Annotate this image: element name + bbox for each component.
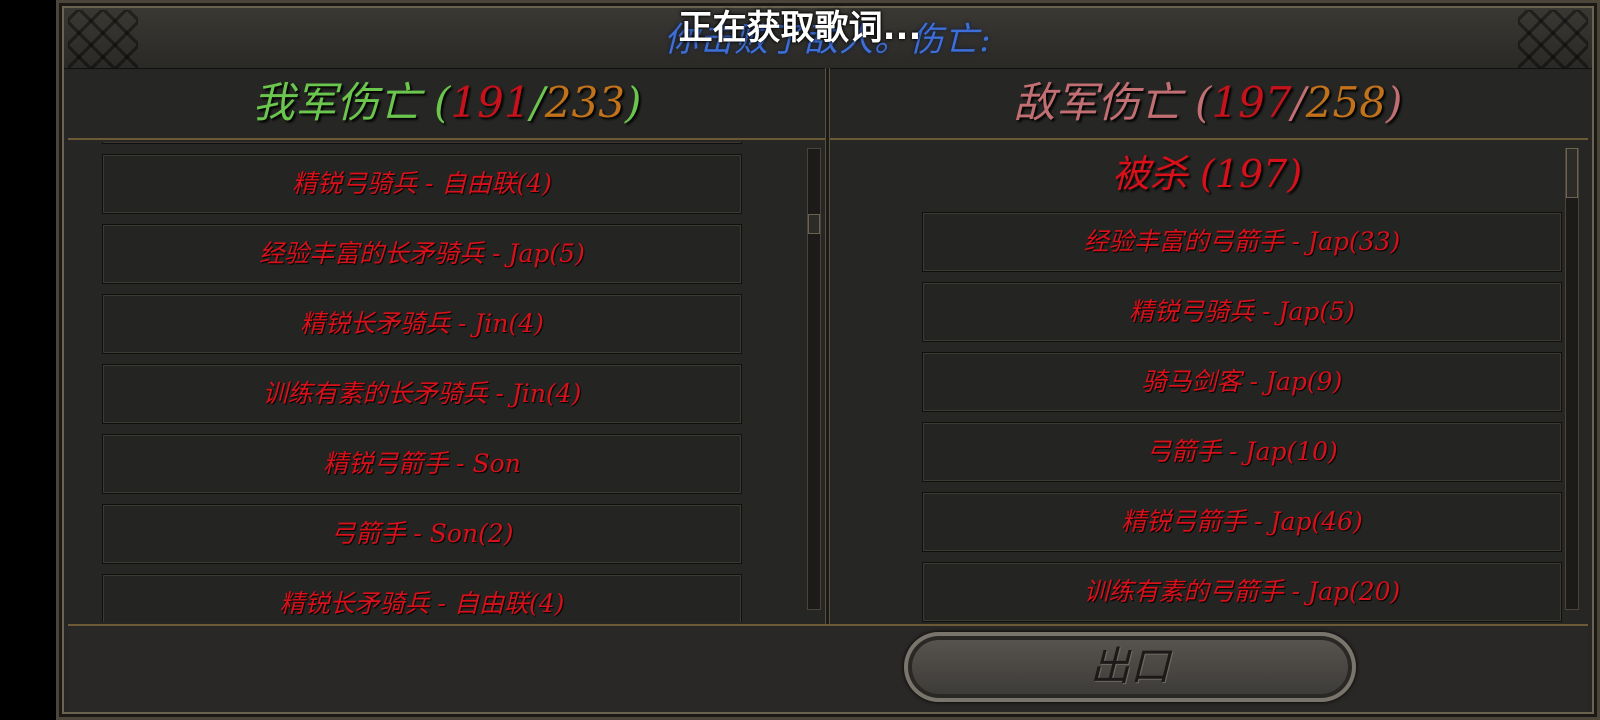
scroll-thumb[interactable] [1566, 148, 1578, 198]
list-item: 训练有素的弓箭手 - Jap(20) [922, 562, 1562, 622]
scroll-thumb[interactable] [808, 214, 820, 234]
our-casualty-list[interactable]: 精锐弓骑兵 - 自由联(4) 经验丰富的长矛骑兵 - Jap(5) 精锐长矛骑兵… [100, 142, 784, 622]
our-lost-count: 191 [450, 78, 531, 127]
slash: / [1291, 78, 1306, 127]
list-item: 骑马剑客 - Jap(9) [922, 352, 1562, 412]
enemy-casualties-heading: 敌军伤亡 (197/258) [828, 76, 1588, 130]
footer-bar: 出口 [68, 624, 1588, 712]
paren-open: ( [1181, 78, 1212, 127]
paren-close: ) [1287, 152, 1303, 196]
list-item: 弓箭手 - Jap(10) [922, 422, 1562, 482]
list-item [102, 142, 742, 144]
enemy-casualty-list[interactable]: 被杀 (197) 经验丰富的弓箭手 - Jap(33) 精锐弓骑兵 - Jap(… [842, 142, 1572, 622]
our-total-count: 233 [544, 78, 625, 127]
paren-open: ( [420, 78, 451, 127]
list-item: 精锐弓箭手 - Son [102, 434, 742, 494]
enemy-total-count: 258 [1305, 78, 1386, 127]
list-item: 弓箭手 - Son(2) [102, 504, 742, 564]
list-item: 经验丰富的弓箭手 - Jap(33) [922, 212, 1562, 272]
lyrics-loading-overlay: 正在获取歌词... [678, 8, 922, 48]
column-divider [826, 68, 829, 624]
killed-count: 197 [1214, 152, 1288, 196]
list-item: 精锐长矛骑兵 - Jin(4) [102, 294, 742, 354]
our-casualties-heading: 我军伤亡 (191/233) [68, 76, 826, 130]
battle-report-panel: 你击败了敌人。伤亡: 我军伤亡 (191/233) 敌军伤亡 (197/258)… [56, 0, 1600, 720]
killed-section-title: 被杀 (197) [842, 142, 1572, 206]
enemy-casualties-title: 敌军伤亡 [1013, 78, 1182, 127]
killed-label: 被杀 [1111, 152, 1188, 196]
paren-close: ) [1385, 78, 1403, 127]
paren-close: ) [624, 78, 642, 127]
slash: / [530, 78, 545, 127]
exit-button[interactable]: 出口 [904, 632, 1356, 702]
list-item: 精锐长矛骑兵 - 自由联(4) [102, 574, 742, 622]
our-list-scrollbar[interactable] [807, 148, 821, 610]
enemy-lost-count: 197 [1211, 78, 1292, 127]
list-item: 经验丰富的长矛骑兵 - Jap(5) [102, 224, 742, 284]
list-item: 精锐弓箭手 - Jap(46) [922, 492, 1562, 552]
list-item: 精锐弓骑兵 - Jap(5) [922, 282, 1562, 342]
our-casualties-title: 我军伤亡 [252, 78, 421, 127]
list-item: 训练有素的长矛骑兵 - Jin(4) [102, 364, 742, 424]
paren-open: ( [1187, 152, 1215, 196]
list-item: 精锐弓骑兵 - 自由联(4) [102, 154, 742, 214]
enemy-list-scrollbar[interactable] [1565, 148, 1579, 610]
